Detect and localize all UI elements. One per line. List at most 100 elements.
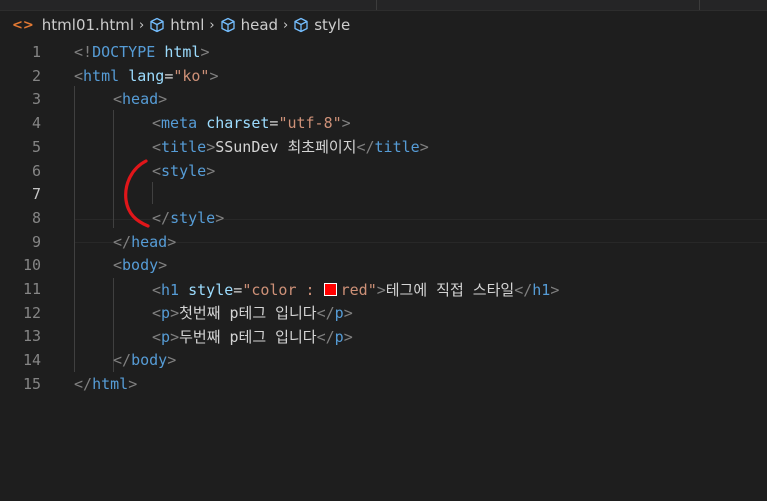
code-line[interactable]: 5 <title>SSunDev 최초페이지</title> bbox=[0, 135, 767, 159]
tab-separator bbox=[699, 0, 700, 10]
code-token: SSunDev 최초페이지 bbox=[215, 138, 357, 157]
code-token: charset bbox=[206, 114, 270, 133]
tab-separator bbox=[376, 0, 377, 10]
line-number: 3 bbox=[31, 90, 41, 109]
code-text: </body> bbox=[113, 351, 176, 369]
code-token: > bbox=[128, 374, 138, 393]
code-token: </ bbox=[113, 232, 132, 251]
code-token: > bbox=[206, 161, 216, 180]
code-token: > bbox=[343, 304, 353, 323]
code-token: </ bbox=[356, 138, 375, 157]
code-line[interactable]: 10 <body> bbox=[0, 253, 767, 277]
code-text: <p>첫번째 p테그 입니다</p> bbox=[152, 302, 353, 323]
code-token: " bbox=[367, 280, 377, 299]
code-token: </ bbox=[514, 280, 533, 299]
code-text: <html lang="ko"> bbox=[74, 67, 219, 85]
code-token: meta bbox=[161, 114, 198, 133]
code-line[interactable]: 6 <style> bbox=[0, 159, 767, 183]
chevron-right-icon: › bbox=[283, 17, 289, 33]
code-token: head bbox=[131, 232, 168, 251]
code-token: title bbox=[161, 138, 207, 157]
code-token: <! bbox=[74, 43, 93, 61]
code-token: < bbox=[74, 66, 84, 85]
code-token: > bbox=[170, 327, 180, 346]
line-number: 8 bbox=[31, 208, 41, 227]
code-editor[interactable]: 1 <!DOCTYPE html> 2 <html lang="ko"> 3 <head>… bbox=[0, 38, 767, 501]
code-token: < bbox=[152, 304, 162, 323]
code-line[interactable]: 4 <meta charset="utf-8"> bbox=[0, 111, 767, 135]
code-token: p bbox=[334, 304, 344, 323]
code-line[interactable]: 14 </body> bbox=[0, 348, 767, 372]
element-cube-icon bbox=[220, 17, 236, 33]
code-token: "utf-8" bbox=[278, 114, 342, 133]
code-text: <meta charset="utf-8"> bbox=[152, 114, 351, 132]
code-text: <p>두번째 p테그 입니다</p> bbox=[152, 326, 353, 347]
code-token: body bbox=[131, 351, 168, 370]
line-number: 2 bbox=[31, 66, 41, 85]
breadcrumb-item-label: html bbox=[170, 16, 205, 34]
code-token: DOCTYPE bbox=[92, 43, 156, 61]
breadcrumb-item-html[interactable]: html bbox=[149, 16, 204, 34]
code-token: p bbox=[334, 327, 344, 346]
code-line[interactable]: 1 <!DOCTYPE html> bbox=[0, 40, 767, 64]
code-token: = bbox=[233, 280, 243, 299]
code-token: style bbox=[161, 161, 207, 180]
code-token: html bbox=[92, 374, 129, 393]
code-token: < bbox=[152, 161, 162, 180]
code-text: <head> bbox=[113, 90, 167, 108]
chevron-right-icon: › bbox=[209, 17, 215, 33]
code-token: p bbox=[161, 327, 171, 346]
line-number: 14 bbox=[22, 351, 41, 370]
line-number: 1 bbox=[31, 43, 41, 61]
code-line[interactable]: 13 <p>두번째 p테그 입니다</p> bbox=[0, 324, 767, 348]
element-cube-icon bbox=[293, 17, 309, 33]
code-token: style bbox=[170, 208, 216, 227]
line-number: 4 bbox=[31, 114, 41, 133]
code-text: </style> bbox=[152, 209, 224, 227]
code-line[interactable]: 11 <h1 style="color : red">테그에 직접 스타일</h1… bbox=[0, 277, 767, 301]
code-text: <body> bbox=[113, 256, 167, 274]
line-number: 15 bbox=[22, 374, 41, 393]
line-number: 12 bbox=[22, 303, 41, 322]
code-token: 첫번째 p테그 입니다 bbox=[179, 304, 317, 323]
code-line[interactable]: 7 bbox=[0, 182, 767, 206]
code-text: <h1 style="color : red">테그에 직접 스타일</h1> bbox=[152, 279, 559, 300]
code-token: > bbox=[376, 280, 386, 299]
editor-tabs-strip bbox=[0, 0, 767, 11]
code-token: </ bbox=[152, 208, 171, 227]
code-line[interactable]: 3 <head> bbox=[0, 87, 767, 111]
code-token: title bbox=[374, 138, 420, 157]
code-token: > bbox=[167, 351, 177, 370]
html-file-icon: <> bbox=[12, 17, 34, 33]
code-token: = bbox=[164, 66, 174, 85]
code-text: <title>SSunDev 최초페이지</title> bbox=[152, 136, 429, 157]
line-number: 5 bbox=[31, 137, 41, 156]
code-line[interactable]: 2 <html lang="ko"> bbox=[0, 64, 767, 88]
code-token: red bbox=[340, 280, 368, 299]
breadcrumb-file-label: html01.html bbox=[41, 16, 134, 34]
line-number: 13 bbox=[22, 327, 41, 346]
code-token: </ bbox=[113, 351, 132, 370]
code-line[interactable]: 9 </head> bbox=[0, 230, 767, 254]
code-token: lang bbox=[128, 66, 165, 85]
breadcrumb-item-style[interactable]: style bbox=[293, 16, 350, 34]
code-line[interactable]: 15 </html> bbox=[0, 372, 767, 396]
code-line[interactable]: 8 </style> bbox=[0, 206, 767, 230]
code-token: > bbox=[341, 114, 351, 133]
breadcrumb-item-head[interactable]: head bbox=[220, 16, 278, 34]
code-line[interactable]: 12 <p>첫번째 p테그 입니다</p> bbox=[0, 301, 767, 325]
code-token: body bbox=[122, 256, 159, 275]
breadcrumb-file[interactable]: <> html01.html bbox=[12, 16, 134, 34]
code-token: > bbox=[167, 232, 177, 251]
color-swatch-red[interactable] bbox=[323, 282, 337, 296]
line-number: 6 bbox=[31, 161, 41, 180]
code-token: > bbox=[170, 304, 180, 323]
code-token: "color : bbox=[242, 280, 324, 299]
code-token: > bbox=[158, 90, 168, 109]
code-text: </head> bbox=[113, 233, 176, 251]
code-token: > bbox=[200, 43, 210, 61]
code-token: < bbox=[152, 114, 162, 133]
